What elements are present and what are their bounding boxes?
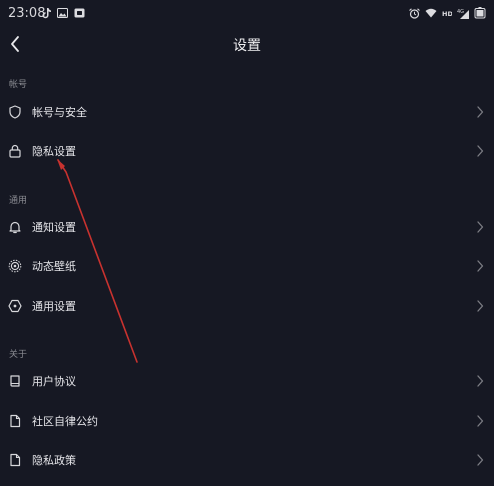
nav-header: 设置	[0, 26, 494, 64]
image-icon	[57, 8, 68, 18]
book-icon	[10, 375, 20, 387]
chevron-right-icon	[477, 454, 484, 466]
settings-item-label: 通用设置	[32, 300, 76, 313]
section-label-about: 关于	[9, 350, 28, 360]
settings-item-community-guidelines[interactable]: 社区自律公约	[0, 402, 494, 440]
settings-item-user-agreement[interactable]: 用户协议	[0, 362, 494, 400]
settings-item-notifications[interactable]: 通知设置	[0, 208, 494, 246]
settings-item-label: 通知设置	[32, 221, 76, 234]
status-time: 23:08	[8, 6, 46, 21]
settings-item-label: 隐私设置	[32, 145, 76, 158]
chevron-right-icon	[477, 415, 484, 427]
chevron-right-icon	[477, 106, 484, 118]
svg-text:HD: HD	[442, 10, 452, 17]
tiktok-icon	[42, 7, 51, 18]
settings-item-live-wallpaper[interactable]: 动态壁纸	[0, 247, 494, 285]
shield-icon	[9, 105, 21, 119]
chevron-right-icon	[477, 375, 484, 387]
settings-item-label: 隐私政策	[32, 454, 76, 467]
document-icon	[10, 414, 21, 428]
settings-item-label: 社区自律公约	[32, 415, 98, 428]
document-icon	[10, 453, 21, 467]
status-right-icons: HD 4G	[409, 6, 486, 20]
hexagon-icon	[8, 299, 22, 313]
wifi-icon	[425, 8, 437, 18]
settings-item-privacy[interactable]: 隐私设置	[0, 132, 494, 170]
chevron-right-icon	[477, 300, 484, 312]
page-title: 设置	[233, 38, 261, 54]
chevron-right-icon	[477, 260, 484, 272]
status-left-icons	[42, 6, 85, 20]
chevron-right-icon	[477, 221, 484, 233]
wallpaper-icon	[8, 259, 22, 273]
battery-icon	[474, 7, 486, 19]
section-label-general: 通用	[9, 196, 28, 206]
settings-item-label: 用户协议	[32, 375, 76, 388]
bell-icon	[9, 221, 21, 234]
alarm-icon	[409, 7, 420, 19]
lock-icon	[9, 144, 21, 158]
settings-item-label: 动态壁纸	[32, 260, 76, 273]
settings-item-privacy-policy[interactable]: 隐私政策	[0, 441, 494, 479]
svg-text:4G: 4G	[457, 9, 464, 15]
app-icon	[74, 8, 85, 18]
chevron-right-icon	[477, 145, 484, 157]
settings-item-label: 帐号与安全	[32, 106, 87, 119]
hd-icon: HD	[442, 10, 452, 17]
status-bar: 23:08 HD 4G	[0, 0, 494, 26]
signal-4g-icon: 4G	[457, 9, 469, 19]
section-label-account: 帐号	[9, 80, 28, 90]
settings-item-account-security[interactable]: 帐号与安全	[0, 93, 494, 131]
settings-item-general-settings[interactable]: 通用设置	[0, 287, 494, 325]
